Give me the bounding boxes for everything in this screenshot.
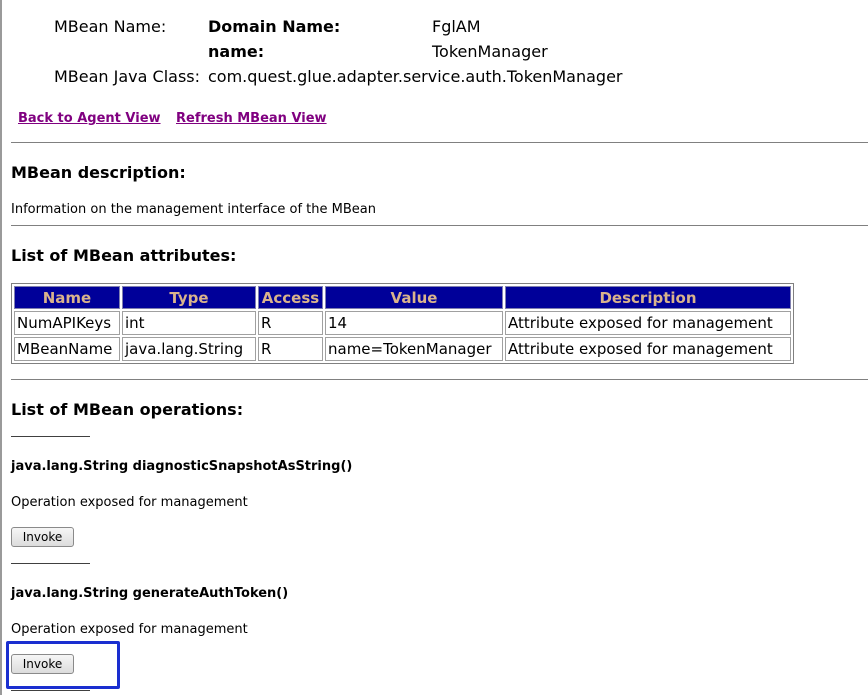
- back-to-agent-view-link[interactable]: Back to Agent View: [18, 111, 161, 126]
- highlight-box: [6, 641, 120, 689]
- operation-description: Operation exposed for management: [11, 622, 248, 637]
- operations-heading: List of MBean operations:: [11, 400, 244, 419]
- java-class-value: com.quest.glue.adapter.service.auth.Toke…: [208, 67, 623, 86]
- attribute-name-cell: MBeanName: [14, 337, 120, 361]
- divider: [11, 379, 868, 380]
- domain-name-label: Domain Name:: [208, 17, 341, 36]
- table-row: NumAPIKeys int R 14 Attribute exposed fo…: [14, 311, 791, 335]
- description-text: Information on the management interface …: [11, 202, 376, 217]
- attribute-access-cell: R: [258, 337, 323, 361]
- divider: [11, 225, 868, 226]
- attributes-table: Name Type Access Value Description NumAP…: [11, 283, 794, 364]
- name-value: TokenManager: [432, 42, 548, 61]
- operation-signature: java.lang.String diagnosticSnapshotAsStr…: [11, 459, 353, 474]
- description-heading: MBean description:: [11, 163, 186, 182]
- attributes-heading: List of MBean attributes:: [11, 246, 237, 265]
- divider: [11, 142, 868, 143]
- operation-separator: [11, 690, 90, 691]
- attribute-value-cell: name=TokenManager: [325, 337, 503, 361]
- attribute-value-cell: 14: [325, 311, 503, 335]
- table-header-row: Name Type Access Value Description: [14, 286, 791, 309]
- column-header-name: Name: [14, 286, 120, 309]
- operation-signature: java.lang.String generateAuthToken(): [11, 586, 289, 601]
- window-left-edge: [0, 0, 2, 695]
- attribute-description-cell: Attribute exposed for management: [505, 311, 791, 335]
- mbean-name-label: MBean Name:: [54, 17, 167, 36]
- attribute-name-cell: NumAPIKeys: [14, 311, 120, 335]
- column-header-value: Value: [325, 286, 503, 309]
- domain-name-value: FglAM: [432, 17, 481, 36]
- java-class-label: MBean Java Class:: [54, 67, 201, 86]
- operation-separator: [11, 436, 90, 437]
- column-header-access: Access: [258, 286, 323, 309]
- table-row: MBeanName java.lang.String R name=TokenM…: [14, 337, 791, 361]
- attribute-type-cell: java.lang.String: [122, 337, 256, 361]
- column-header-type: Type: [122, 286, 256, 309]
- invoke-button[interactable]: Invoke: [11, 527, 74, 547]
- attribute-access-cell: R: [258, 311, 323, 335]
- operation-description: Operation exposed for management: [11, 495, 248, 510]
- name-label: name:: [208, 42, 265, 61]
- attribute-description-cell: Attribute exposed for management: [505, 337, 791, 361]
- attribute-type-cell: int: [122, 311, 256, 335]
- column-header-description: Description: [505, 286, 791, 309]
- refresh-mbean-view-link[interactable]: Refresh MBean View: [176, 111, 327, 126]
- operation-separator: [11, 563, 90, 564]
